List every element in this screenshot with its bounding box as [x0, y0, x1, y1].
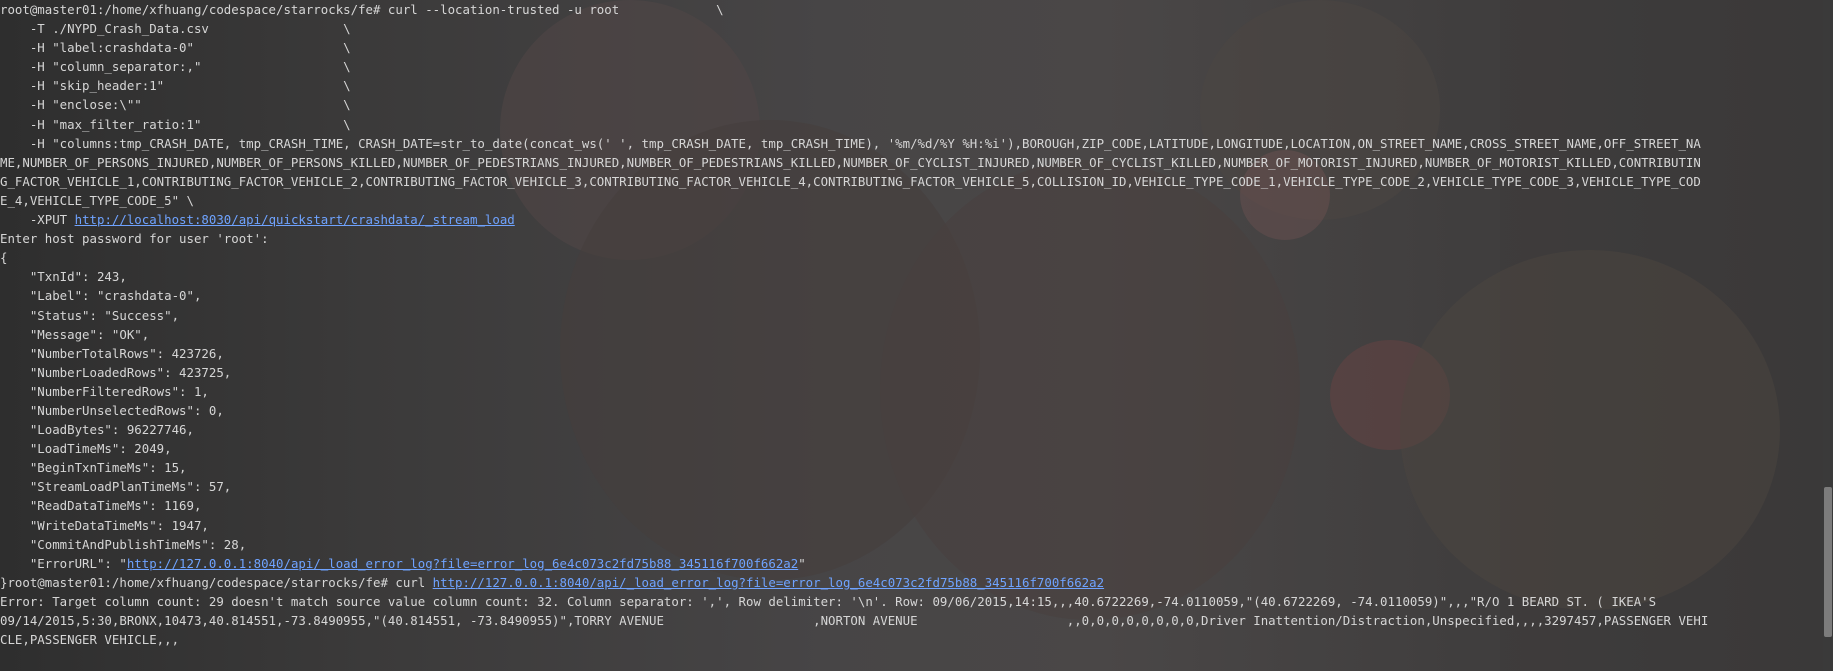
terminal-line: -H "max_filter_ratio:1" \ [0, 115, 1833, 134]
terminal-line: "NumberLoadedRows": 423725, [0, 363, 1833, 382]
terminal-text: 09/14/2015,5:30,BRONX,10473,40.814551,-7… [0, 613, 1709, 628]
terminal-output[interactable]: root@master01:/home/xfhuang/codespace/st… [0, 0, 1833, 671]
terminal-text: "ErrorURL": " [0, 555, 127, 571]
terminal-text: -H "enclose:\"" \ [0, 97, 351, 113]
terminal-url-link[interactable]: http://127.0.0.1:8040/api/_load_error_lo… [433, 575, 1104, 590]
terminal-text: "TxnId": 243, [0, 269, 127, 285]
terminal-text: -H "column_separator:," \ [0, 59, 351, 75]
terminal-line: "BeginTxnTimeMs": 15, [0, 458, 1833, 477]
terminal-line: -XPUT http://localhost:8030/api/quicksta… [0, 210, 1833, 229]
terminal-text: "BeginTxnTimeMs": 15, [0, 460, 187, 476]
terminal-text: -H "max_filter_ratio:1" \ [0, 116, 351, 132]
terminal-line: root@master01:/home/xfhuang/codespace/st… [0, 0, 1833, 19]
terminal-window[interactable]: root@master01:/home/xfhuang/codespace/st… [0, 0, 1833, 671]
terminal-line: -H "enclose:\"" \ [0, 95, 1833, 114]
terminal-text: "Status": "Success", [0, 307, 180, 323]
terminal-line: "ErrorURL": "http://127.0.0.1:8040/api/_… [0, 554, 1833, 573]
terminal-url-link[interactable]: http://127.0.0.1:8040/api/_load_error_lo… [127, 556, 798, 571]
terminal-line: -T ./NYPD_Crash_Data.csv \ [0, 19, 1833, 38]
terminal-text: ME,NUMBER_OF_PERSONS_INJURED,NUMBER_OF_P… [0, 154, 1701, 170]
terminal-line: Enter host password for user 'root': [0, 229, 1833, 248]
terminal-text: -H "skip_header:1" \ [0, 78, 351, 94]
terminal-line: -H "columns:tmp_CRASH_DATE, tmp_CRASH_TI… [0, 134, 1833, 153]
terminal-text: G_FACTOR_VEHICLE_1,CONTRIBUTING_FACTOR_V… [0, 173, 1701, 189]
terminal-text: root@master01:/home/xfhuang/codespace/st… [0, 2, 724, 17]
terminal-line: }root@master01:/home/xfhuang/codespace/s… [0, 573, 1833, 592]
terminal-line: -H "column_separator:," \ [0, 57, 1833, 76]
terminal-line: -H "skip_header:1" \ [0, 76, 1833, 95]
terminal-line: Error: Target column count: 29 doesn't m… [0, 592, 1833, 611]
terminal-line: E_4,VEHICLE_TYPE_CODE_5" \ [0, 191, 1833, 210]
terminal-line: G_FACTOR_VEHICLE_1,CONTRIBUTING_FACTOR_V… [0, 172, 1833, 191]
terminal-text: "Message": "OK", [0, 326, 150, 342]
terminal-line: "NumberUnselectedRows": 0, [0, 401, 1833, 420]
terminal-line: "LoadTimeMs": 2049, [0, 439, 1833, 458]
terminal-line: "NumberFilteredRows": 1, [0, 382, 1833, 401]
terminal-line: ME,NUMBER_OF_PERSONS_INJURED,NUMBER_OF_P… [0, 153, 1833, 172]
terminal-text: "NumberTotalRows": 423726, [0, 345, 224, 361]
terminal-line: CLE,PASSENGER VEHICLE,,, [0, 630, 1833, 649]
terminal-text: "LoadTimeMs": 2049, [0, 441, 172, 457]
terminal-text: -H "label:crashdata-0" \ [0, 40, 351, 56]
terminal-line: 09/14/2015,5:30,BRONX,10473,40.814551,-7… [0, 611, 1833, 630]
terminal-text: CLE,PASSENGER VEHICLE,,, [0, 632, 180, 648]
terminal-url-link[interactable]: http://localhost:8030/api/quickstart/cra… [75, 212, 515, 227]
terminal-text: E_4,VEHICLE_TYPE_CODE_5" \ [0, 192, 194, 208]
terminal-text: "ReadDataTimeMs": 1169, [0, 498, 202, 514]
terminal-text: Error: Target column count: 29 doesn't m… [0, 593, 1657, 609]
terminal-line: "Label": "crashdata-0", [0, 286, 1833, 305]
terminal-text: "WriteDataTimeMs": 1947, [0, 517, 209, 533]
terminal-text: Enter host password for user 'root': [0, 231, 269, 247]
terminal-text: "NumberLoadedRows": 423725, [0, 364, 232, 380]
terminal-line: "Message": "OK", [0, 325, 1833, 344]
terminal-line: -H "label:crashdata-0" \ [0, 38, 1833, 57]
terminal-line: "TxnId": 243, [0, 267, 1833, 286]
terminal-text: "NumberUnselectedRows": 0, [0, 402, 224, 418]
terminal-line: "WriteDataTimeMs": 1947, [0, 516, 1833, 535]
terminal-text: "NumberFilteredRows": 1, [0, 383, 209, 399]
terminal-line: "ReadDataTimeMs": 1169, [0, 496, 1833, 515]
terminal-text: }root@master01:/home/xfhuang/codespace/s… [0, 574, 433, 590]
terminal-text: { [0, 250, 8, 266]
terminal-line: "LoadBytes": 96227746, [0, 420, 1833, 439]
terminal-text: -T ./NYPD_Crash_Data.csv \ [0, 21, 351, 37]
scrollbar[interactable] [1823, 0, 1833, 671]
terminal-text: -XPUT [0, 212, 75, 228]
terminal-text: "LoadBytes": 96227746, [0, 422, 194, 438]
terminal-line: "Status": "Success", [0, 306, 1833, 325]
terminal-text: " [798, 555, 806, 571]
terminal-text: "StreamLoadPlanTimeMs": 57, [0, 479, 232, 495]
terminal-text: "Label": "crashdata-0", [0, 288, 202, 304]
terminal-text: -H "columns:tmp_CRASH_DATE, tmp_CRASH_TI… [0, 135, 1701, 151]
scrollbar-thumb[interactable] [1824, 487, 1832, 637]
terminal-line: "StreamLoadPlanTimeMs": 57, [0, 477, 1833, 496]
terminal-line: { [0, 248, 1833, 267]
terminal-line: "CommitAndPublishTimeMs": 28, [0, 535, 1833, 554]
terminal-text: "CommitAndPublishTimeMs": 28, [0, 536, 247, 552]
terminal-line: "NumberTotalRows": 423726, [0, 344, 1833, 363]
